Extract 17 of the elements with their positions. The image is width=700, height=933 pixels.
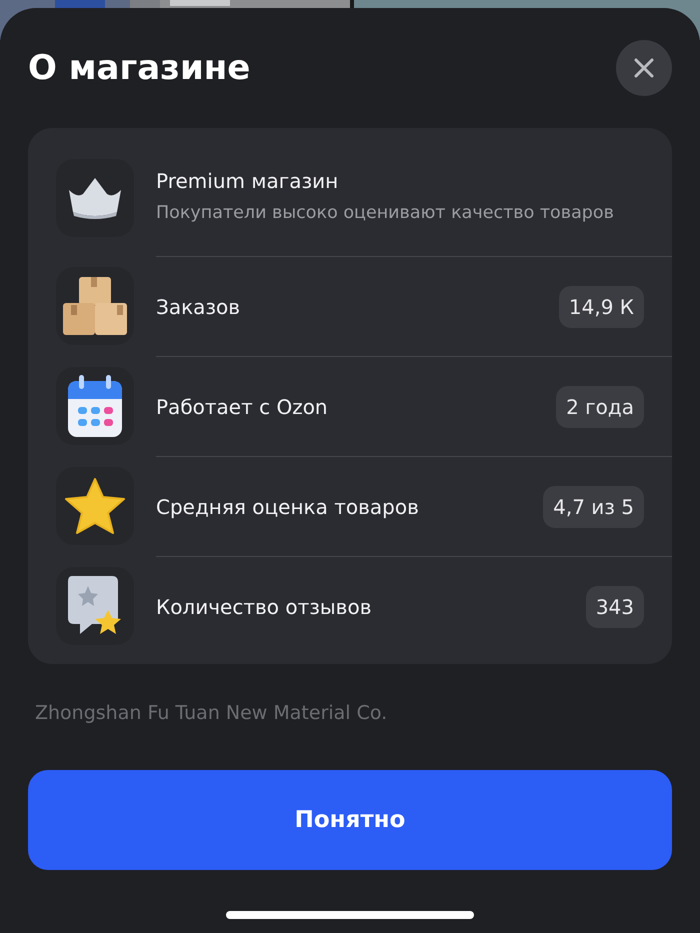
- stat-value-badge: 14,9 К: [558, 286, 644, 328]
- stat-label: Работает с Ozon: [156, 394, 328, 418]
- sheet-title: О магазине: [28, 48, 250, 88]
- stat-value-badge: 2 года: [556, 386, 644, 428]
- calendar-icon: [66, 373, 124, 439]
- feature-title: Premium магазин: [156, 169, 338, 193]
- stat-label: Количество отзывов: [156, 594, 372, 618]
- star-icon: [64, 477, 126, 535]
- confirm-button[interactable]: Понятно: [28, 770, 672, 870]
- stat-value-badge: 343: [586, 586, 644, 628]
- feature-description: Покупатели высоко оценивают качество товаров: [156, 202, 614, 225]
- stat-label: Средняя оценка товаров: [156, 494, 419, 518]
- boxes-icon: [61, 275, 129, 337]
- stat-label: Заказов: [156, 294, 240, 318]
- stat-value-badge: 4,7 из 5: [543, 486, 644, 528]
- close-icon: [634, 58, 654, 78]
- company-name: Zhongshan Fu Tuan New Material Co.: [35, 702, 388, 724]
